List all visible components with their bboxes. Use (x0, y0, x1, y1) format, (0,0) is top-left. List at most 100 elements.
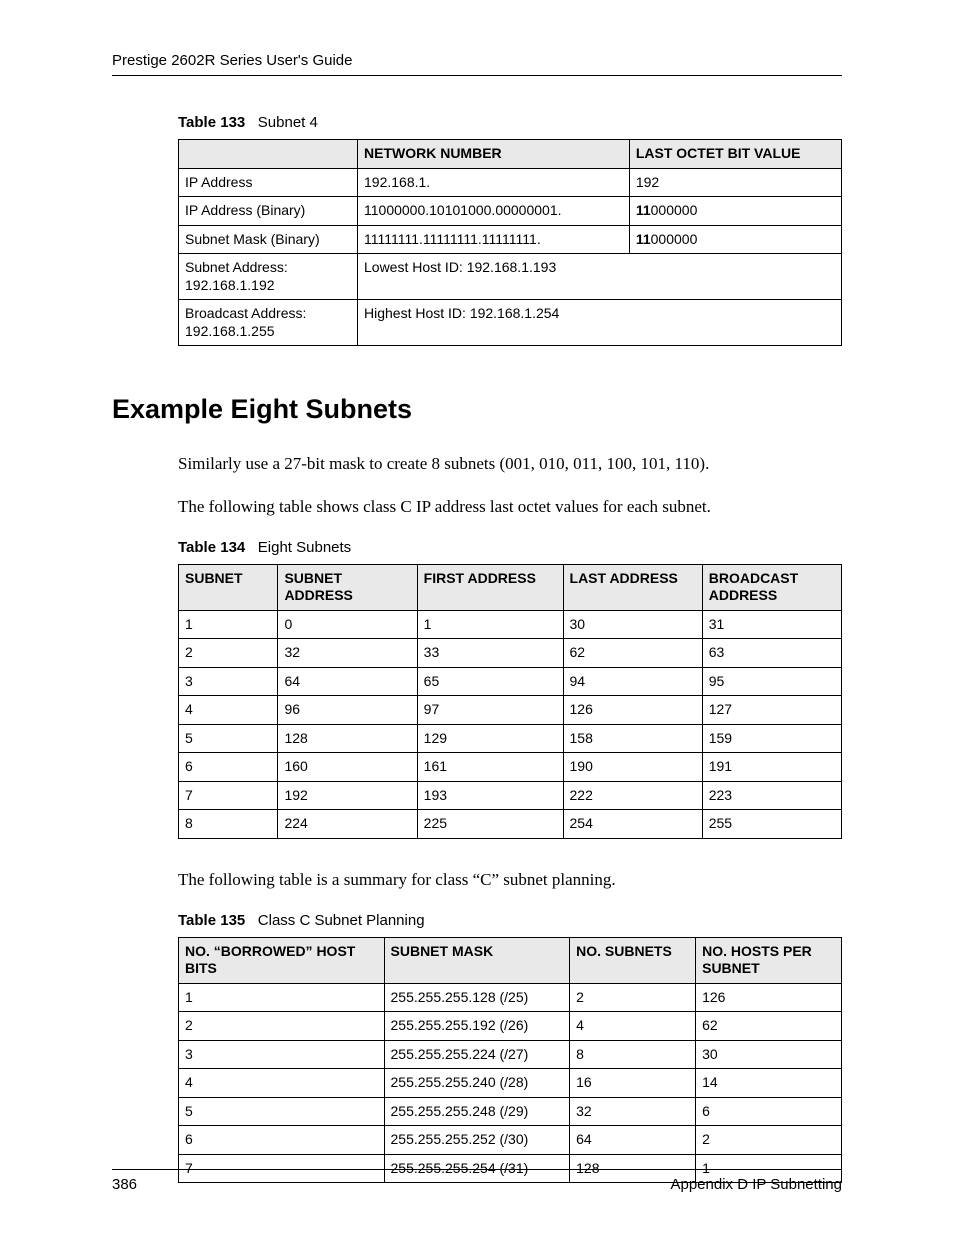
running-head: Prestige 2602R Series User's Guide (112, 52, 842, 76)
table-row: 1255.255.255.128 (/25)2126 (179, 983, 842, 1012)
table-cell: 192.168.1. (358, 168, 630, 197)
table-cell: 161 (417, 753, 563, 782)
table-cell: 224 (278, 810, 417, 839)
table-133-title: Subnet 4 (258, 114, 318, 131)
table-cell: 193 (417, 781, 563, 810)
table-cell: 3 (179, 1040, 385, 1069)
table-cell: IP Address (Binary) (179, 197, 358, 226)
table-133-caption: Table 133 Subnet 4 (112, 114, 842, 131)
table-cell: 160 (278, 753, 417, 782)
table-135-title: Class C Subnet Planning (258, 912, 425, 929)
table-header-cell: LAST OCTET BIT VALUE (629, 140, 841, 169)
table-cell: 159 (702, 724, 841, 753)
table-row: 6160161190191 (179, 753, 842, 782)
table-cell: 225 (417, 810, 563, 839)
table-row: 3255.255.255.224 (/27)830 (179, 1040, 842, 1069)
table-row: IP Address 192.168.1. 192 (179, 168, 842, 197)
table-cell: 8 (570, 1040, 696, 1069)
table-row: 6255.255.255.252 (/30)642 (179, 1126, 842, 1155)
table-cell: 2 (179, 639, 278, 668)
table-cell: 30 (696, 1040, 842, 1069)
table-cell: 11000000 (629, 225, 841, 254)
table-cell: 11000000 (629, 197, 841, 226)
table-133: NETWORK NUMBER LAST OCTET BIT VALUE IP A… (178, 139, 842, 346)
table-134: SUBNET SUBNET ADDRESS FIRST ADDRESS LAST… (178, 564, 842, 839)
table-cell: 255.255.255.252 (/30) (384, 1126, 570, 1155)
table-cell: 255 (702, 810, 841, 839)
rest-bits: 000000 (651, 202, 698, 218)
table-cell: 255.255.255.192 (/26) (384, 1012, 570, 1041)
table-row: 4255.255.255.240 (/28)1614 (179, 1069, 842, 1098)
table-row: 364659495 (179, 667, 842, 696)
table-cell: 6 (179, 1126, 385, 1155)
table-cell: 2 (179, 1012, 385, 1041)
table-cell: Broadcast Address:192.168.1.255 (179, 300, 358, 346)
table-header-cell (179, 140, 358, 169)
table-header-cell: NO. HOSTS PER SUBNET (696, 937, 842, 983)
table-cell: 2 (696, 1126, 842, 1155)
table-cell: 255.255.255.248 (/29) (384, 1097, 570, 1126)
table-135-caption: Table 135 Class C Subnet Planning (112, 912, 842, 929)
table-header-cell: LAST ADDRESS (563, 564, 702, 610)
table-cell: 64 (570, 1126, 696, 1155)
table-header-cell: FIRST ADDRESS (417, 564, 563, 610)
table-header-cell: SUBNET MASK (384, 937, 570, 983)
table-row: NETWORK NUMBER LAST OCTET BIT VALUE (179, 140, 842, 169)
table-134-caption: Table 134 Eight Subnets (112, 539, 842, 556)
table-header-cell: NO. SUBNETS (570, 937, 696, 983)
table-row: Subnet Mask (Binary) 11111111.11111111.1… (179, 225, 842, 254)
table-133-number: Table 133 (178, 114, 245, 131)
table-cell: 32 (570, 1097, 696, 1126)
table-cell: 3 (179, 667, 278, 696)
label-line2: 192.168.1.192 (185, 277, 275, 293)
table-cell: 2 (570, 983, 696, 1012)
table-cell: 63 (702, 639, 841, 668)
table-cell: 95 (702, 667, 841, 696)
table-row: 49697126127 (179, 696, 842, 725)
table-row: Subnet Address:192.168.1.192 Lowest Host… (179, 254, 842, 300)
table-cell: 0 (278, 610, 417, 639)
table-cell: 4 (179, 1069, 385, 1098)
table-cell: 4 (570, 1012, 696, 1041)
table-cell: Highest Host ID: 192.168.1.254 (358, 300, 842, 346)
table-cell: 5 (179, 1097, 385, 1126)
table-row: 1013031 (179, 610, 842, 639)
footer-section-ref: Appendix D IP Subnetting (670, 1176, 842, 1193)
section-heading: Example Eight Subnets (112, 394, 842, 425)
table-row: 7192193222223 (179, 781, 842, 810)
table-cell: Subnet Mask (Binary) (179, 225, 358, 254)
table-row: 8224225254255 (179, 810, 842, 839)
table-cell: 255.255.255.224 (/27) (384, 1040, 570, 1069)
page-footer: 386 Appendix D IP Subnetting (112, 1169, 842, 1193)
table-cell: 62 (563, 639, 702, 668)
table-cell: 255.255.255.240 (/28) (384, 1069, 570, 1098)
table-cell: 65 (417, 667, 563, 696)
bold-bits: 11 (636, 202, 651, 218)
table-cell: 30 (563, 610, 702, 639)
table-cell: 4 (179, 696, 278, 725)
table-cell: 94 (563, 667, 702, 696)
body-paragraph: The following table shows class C IP add… (112, 496, 842, 519)
table-cell: 16 (570, 1069, 696, 1098)
bold-bits: 11 (636, 231, 651, 247)
table-cell: 1 (179, 983, 385, 1012)
table-cell: 191 (702, 753, 841, 782)
table-cell: 255.255.255.128 (/25) (384, 983, 570, 1012)
table-134-number: Table 134 (178, 539, 245, 556)
table-cell: 126 (563, 696, 702, 725)
table-header-cell: BROADCAST ADDRESS (702, 564, 841, 610)
table-row: IP Address (Binary) 11000000.10101000.00… (179, 197, 842, 226)
table-cell: 97 (417, 696, 563, 725)
table-cell: 6 (179, 753, 278, 782)
label-line1: Subnet Address: (185, 259, 288, 275)
table-cell: 222 (563, 781, 702, 810)
table-cell: Subnet Address: 192.168.1.192 (179, 254, 358, 300)
table-cell: 96 (278, 696, 417, 725)
table-row: 2255.255.255.192 (/26)462 (179, 1012, 842, 1041)
body-paragraph: The following table is a summary for cla… (112, 869, 842, 892)
table-header-cell: NO. “BORROWED” HOST BITS (179, 937, 385, 983)
table-cell: 14 (696, 1069, 842, 1098)
table-135: NO. “BORROWED” HOST BITS SUBNET MASK NO.… (178, 937, 842, 1184)
table-header-cell: SUBNET (179, 564, 278, 610)
table-cell: 190 (563, 753, 702, 782)
